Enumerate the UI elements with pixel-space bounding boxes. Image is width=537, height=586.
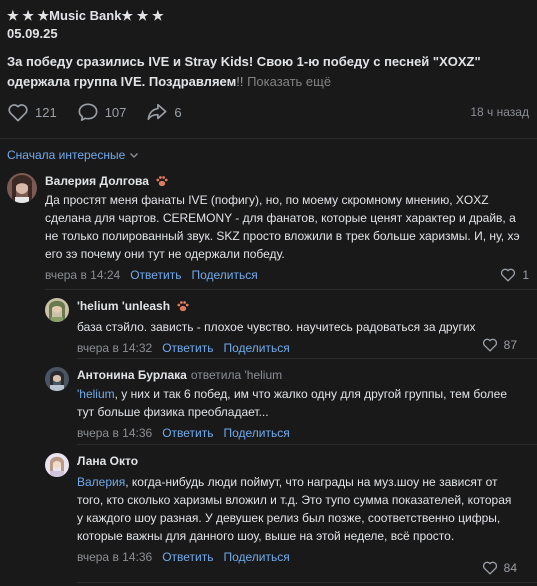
paw-icon [156,176,168,187]
post-like-button[interactable]: 121 [7,102,57,122]
post-share-count: 6 [174,104,182,120]
avatar[interactable] [7,173,37,203]
post-comment-count: 107 [104,104,127,120]
reply-to-label[interactable]: ответила 'helium [191,367,282,383]
comment-text: 'helium, у них и так 6 побед, им что жал… [77,387,507,419]
comment-reply: Лана Окто Валерия, когда-нибудь люди пой… [45,453,517,579]
comment-text: Валерия, когда-нибудь люди поймут, что н… [77,475,512,543]
mention-link[interactable]: Валерия [77,475,125,489]
divider [77,358,537,359]
share-button[interactable]: Поделиться [191,268,257,282]
comment-time: вчера в 14:32 [77,341,153,355]
post-date: 05.09.25 [7,26,58,41]
post-text-fade: !! [236,74,244,89]
post-share-button[interactable]: 6 [146,102,182,122]
comment-author[interactable]: 'helium 'unleash [77,298,170,314]
avatar[interactable] [45,298,69,322]
comment-author[interactable]: Валерия Долгова [45,173,149,189]
divider [77,582,537,583]
post-text: За победу сразились IVE и Stray Kids! Св… [7,52,529,92]
reply-button[interactable]: Ответить [162,426,213,440]
sort-label: Сначала интересные [7,148,126,162]
comment-time: вчера в 14:36 [77,426,153,440]
reply-button[interactable]: Ответить [162,550,213,564]
post-like-count: 121 [35,104,57,120]
heart-icon [482,561,497,575]
comment-like-button[interactable]: 84 [482,560,517,575]
heart-icon [8,104,28,122]
heart-icon [482,338,497,352]
mention-link[interactable]: 'helium [77,387,115,401]
comment-author[interactable]: Лана Окто [77,453,138,469]
comment-like-count: 1 [522,267,529,282]
post-actions: 121 107 6 18 ч назад [7,101,529,123]
reply-button[interactable]: Ответить [130,268,181,282]
comment-sort-dropdown[interactable]: Сначала интересные [7,148,139,162]
comment: Валерия Долгова Да простят меня фанаты I… [7,173,529,285]
comment-like-button[interactable]: 87 [482,337,517,352]
divider [77,444,537,445]
comment-icon [78,103,98,121]
share-button[interactable]: Поделиться [223,426,289,440]
avatar[interactable] [45,453,69,477]
comment-time: вчера в 14:24 [45,268,121,282]
post-text-main: За победу сразились IVE и Stray Kids! Св… [7,54,481,89]
comment-time: вчера в 14:36 [77,550,153,564]
paw-icon [177,301,189,312]
comment-reply: Антонина Бурлака ответила 'helium 'heliu… [45,367,517,440]
comment-like-count: 84 [503,560,517,575]
comment-like-button[interactable]: 1 [500,267,529,282]
share-icon [147,103,167,121]
comment-like-count: 87 [503,337,517,352]
reply-button[interactable]: Ответить [162,341,213,355]
heart-icon [501,268,516,282]
comment-text: Да простят меня фанаты IVE (пофигу), но,… [45,193,520,261]
post-time: 18 ч назад [470,105,529,119]
divider [0,138,537,139]
avatar[interactable] [45,367,69,391]
comment-author[interactable]: Антонина Бурлака [77,367,187,383]
divider [45,289,537,290]
comment-text: база стэйло. зависть - плохое чувство. н… [77,320,476,334]
post-comment-button[interactable]: 107 [77,102,127,122]
post-source-title: ★ ★ ★Music Bank★ ★ ★ [7,8,164,23]
show-more-link[interactable]: Показать ещё [247,74,331,89]
comment-reply: 'helium 'unleash база стэйло. зависть - … [45,298,517,355]
chevron-down-icon [130,153,139,158]
share-button[interactable]: Поделиться [223,550,289,564]
share-button[interactable]: Поделиться [223,341,289,355]
